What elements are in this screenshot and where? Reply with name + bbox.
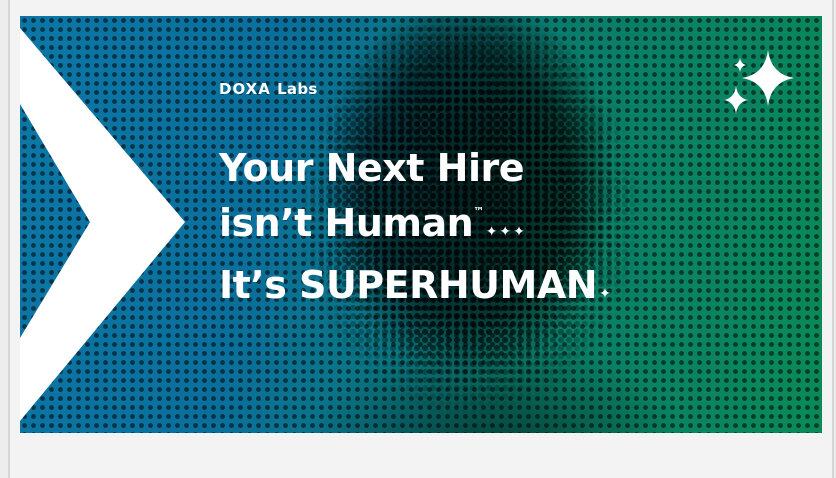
headline-line-2-text: isn’t Human (219, 201, 474, 245)
inline-sparkles-icon: ✦✦✦ (485, 224, 527, 240)
sparkles-icon (724, 50, 794, 114)
chevron-arrow-icon (20, 28, 185, 421)
headline-line-3-text: It’s SUPERHUMAN (219, 263, 598, 307)
trademark-mark: ™ (473, 205, 484, 218)
headline-line-3: It’s SUPERHUMAN ✦ (219, 266, 613, 304)
headline-line-2: isn’t Human™✦✦✦ (219, 204, 527, 242)
logo-brand: DOXA (219, 80, 271, 98)
inline-sparkle-icon: ✦ (599, 286, 613, 302)
brand-logo: DOXA Labs (219, 80, 318, 98)
logo-suffix: Labs (277, 80, 318, 98)
hero-banner[interactable]: DOXA Labs Your Next Hire isn’t Human™✦✦✦… (20, 16, 822, 433)
headline-line-1: Your Next Hire (219, 146, 524, 190)
